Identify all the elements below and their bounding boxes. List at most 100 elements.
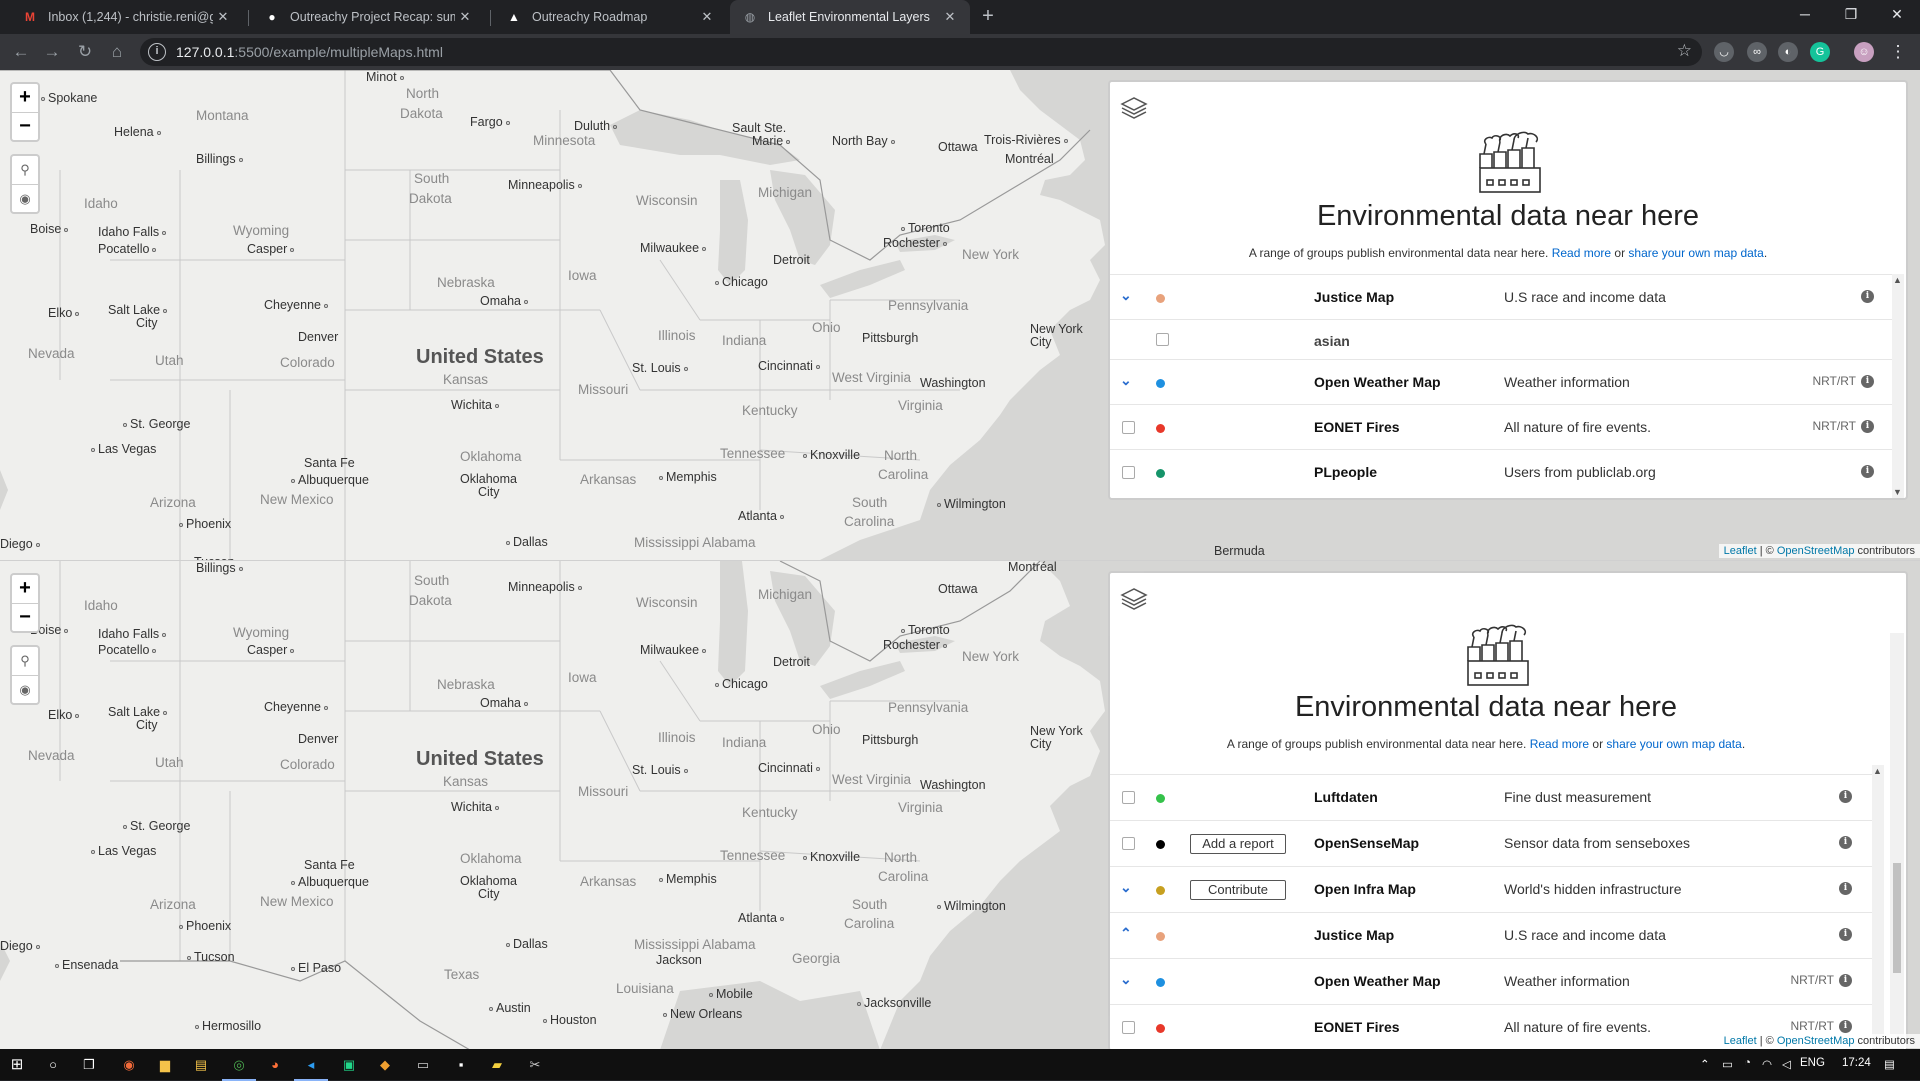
layers-icon[interactable] xyxy=(1120,583,1148,611)
git-icon[interactable]: ◆ xyxy=(374,1054,396,1076)
share-map-data-link[interactable]: share your own map data xyxy=(1628,246,1763,260)
notifications-icon[interactable]: ▤ xyxy=(1884,1057,1895,1071)
minimize-button[interactable]: ─ xyxy=(1782,0,1828,30)
search-icon[interactable]: ○ xyxy=(42,1054,64,1076)
layer-row[interactable]: ⌄ Justice Map U.S race and income data i xyxy=(1110,274,1896,319)
layer-row[interactable]: ⌄ Contribute Open Infra Map World's hidden … xyxy=(1110,866,1874,912)
app-icon-orange[interactable]: ◉ xyxy=(118,1054,140,1076)
browser-menu-icon[interactable]: ⋮ xyxy=(1886,40,1910,64)
scrollbar[interactable]: ▲ xyxy=(1872,765,1884,1049)
layer-row[interactable]: asian xyxy=(1110,319,1896,359)
language-indicator[interactable]: ENG xyxy=(1800,1057,1825,1069)
url-text[interactable]: 127.0.0.1:5500/example/multipleMaps.html xyxy=(176,44,443,60)
home-button[interactable]: ⌂ xyxy=(105,40,129,64)
close-tab-icon[interactable]: ✕ xyxy=(940,9,960,25)
profile-avatar[interactable]: ☺ xyxy=(1854,42,1874,62)
locate-me-icon[interactable]: ◉ xyxy=(12,184,38,212)
snip-tool-icon[interactable]: ✂ xyxy=(524,1054,546,1076)
read-more-link[interactable]: Read more xyxy=(1530,737,1589,751)
scrollbar-thumb[interactable] xyxy=(1893,863,1901,973)
volume-icon[interactable]: ◁ xyxy=(1782,1057,1791,1071)
share-map-data-link[interactable]: share your own map data xyxy=(1606,737,1741,751)
osm-link[interactable]: OpenStreetMap xyxy=(1777,545,1855,557)
restore-button[interactable]: ❐ xyxy=(1828,0,1874,30)
shield-extension-icon[interactable]: ◐ xyxy=(1778,42,1798,62)
firefox-icon[interactable]: ◕ xyxy=(264,1054,286,1076)
windows-start-icon[interactable]: ⊞ xyxy=(6,1054,28,1076)
info-icon[interactable]: i xyxy=(1839,790,1852,803)
tab-gmail[interactable]: M Inbox (1,244) - christie.reni@gma ✕ xyxy=(10,0,243,34)
location-pin-icon[interactable]: ⚲ xyxy=(12,647,38,675)
scroll-up-arrow[interactable]: ▲ xyxy=(1873,766,1882,776)
info-icon[interactable]: i xyxy=(1861,375,1874,388)
map-bottom[interactable]: Billings Idaho Boise Idaho Falls Pocatel… xyxy=(0,560,1920,1049)
chevron-down-icon[interactable]: ⌄ xyxy=(1120,372,1132,389)
layer-action-button[interactable]: Add a report xyxy=(1190,834,1286,854)
layer-row[interactable]: ⌃ Justice Map U.S race and income data i xyxy=(1110,912,1874,958)
wifi-icon[interactable]: ◠ xyxy=(1762,1057,1772,1071)
outer-scrollbar[interactable] xyxy=(1890,633,1904,1049)
layer-checkbox[interactable] xyxy=(1122,421,1135,434)
zoom-in-button[interactable]: + xyxy=(12,575,38,603)
info-icon[interactable]: i xyxy=(1839,836,1852,849)
pocket-extension-icon[interactable]: ◡ xyxy=(1714,42,1734,62)
site-info-icon[interactable]: i xyxy=(148,43,166,61)
forward-button[interactable]: → xyxy=(40,40,64,64)
close-tab-icon[interactable]: ✕ xyxy=(455,9,475,25)
info-icon[interactable]: i xyxy=(1839,928,1852,941)
info-icon[interactable]: i xyxy=(1861,465,1874,478)
zoom-out-button[interactable]: − xyxy=(12,603,38,631)
battery-icon[interactable]: ▭ xyxy=(1722,1057,1733,1071)
file-explorer-icon[interactable]: ▆ xyxy=(154,1054,176,1076)
info-icon[interactable]: i xyxy=(1861,290,1874,303)
tab-outreachy-recap[interactable]: ● Outreachy Project Recap: summa ✕ xyxy=(252,0,485,34)
bookmark-star-icon[interactable]: ☆ xyxy=(1677,41,1692,61)
layer-row[interactable]: Luftdaten Fine dust measurement i xyxy=(1110,774,1874,820)
close-tab-icon[interactable]: ✕ xyxy=(213,9,233,25)
layer-row[interactable]: PLpeople Users from publiclab.org i xyxy=(1110,449,1896,494)
terminal-icon[interactable]: ▭ xyxy=(412,1054,434,1076)
network-icon[interactable]: ◔ xyxy=(1744,1057,1751,1069)
info-icon[interactable]: i xyxy=(1839,1020,1852,1033)
new-tab-button[interactable]: + xyxy=(976,5,1000,29)
glasses-extension-icon[interactable]: ∞ xyxy=(1747,42,1767,62)
sublayer-checkbox[interactable] xyxy=(1156,333,1169,346)
zoom-in-button[interactable]: + xyxy=(12,84,38,112)
layer-row[interactable]: Add a report OpenSenseMap Sensor data from… xyxy=(1110,820,1874,866)
zoom-out-button[interactable]: − xyxy=(12,112,38,140)
chevron-down-icon[interactable]: ⌄ xyxy=(1120,287,1132,304)
chrome-icon[interactable]: ◎ xyxy=(222,1054,256,1081)
layer-checkbox[interactable] xyxy=(1122,837,1135,850)
reload-button[interactable]: ↻ xyxy=(73,40,97,64)
address-bar[interactable]: i 127.0.0.1:5500/example/multipleMaps.ht… xyxy=(140,38,1702,66)
chevron-up-icon[interactable]: ⌃ xyxy=(1120,925,1132,942)
clock[interactable]: 17:24 xyxy=(1842,1057,1871,1069)
pycharm-icon[interactable]: ▣ xyxy=(338,1054,360,1076)
chevron-down-icon[interactable]: ⌄ xyxy=(1120,879,1132,896)
map-top[interactable]: Spokane Montana Helena Billings Idaho Bo… xyxy=(0,70,1920,560)
leaflet-link[interactable]: Leaflet xyxy=(1724,1035,1757,1047)
osm-link[interactable]: OpenStreetMap xyxy=(1777,1035,1855,1047)
layer-action-button[interactable]: Contribute xyxy=(1190,880,1286,900)
layer-row[interactable]: EONET Fires All nature of fire events. NRT… xyxy=(1110,404,1896,449)
layer-checkbox[interactable] xyxy=(1122,791,1135,804)
chevron-down-icon[interactable]: ⌄ xyxy=(1120,971,1132,988)
vscode-icon[interactable]: ◂ xyxy=(294,1054,328,1081)
layer-row[interactable]: ⌄ Open Weather Map Weather information NRT/… xyxy=(1110,359,1896,404)
dev-icon[interactable]: ▪ xyxy=(450,1054,472,1076)
scroll-down-arrow[interactable]: ▼ xyxy=(1893,487,1902,497)
info-icon[interactable]: i xyxy=(1839,882,1852,895)
layer-checkbox[interactable] xyxy=(1122,1021,1135,1034)
grammarly-extension-icon[interactable]: G xyxy=(1810,42,1830,62)
tray-chevron-icon[interactable]: ⌃ xyxy=(1700,1057,1710,1071)
layers-icon[interactable] xyxy=(1120,92,1148,120)
layer-row[interactable]: ⌄ Open Weather Map Weather information NRT/… xyxy=(1110,958,1874,1004)
tab-outreachy-roadmap[interactable]: ▲ Outreachy Roadmap ✕ xyxy=(494,0,727,34)
sticky-notes-icon[interactable]: ▰ xyxy=(486,1054,508,1076)
layer-checkbox[interactable] xyxy=(1122,466,1135,479)
leaflet-link[interactable]: Leaflet xyxy=(1724,545,1757,557)
info-icon[interactable]: i xyxy=(1861,420,1874,433)
info-icon[interactable]: i xyxy=(1839,974,1852,987)
locate-me-icon[interactable]: ◉ xyxy=(12,675,38,703)
location-pin-icon[interactable]: ⚲ xyxy=(12,156,38,184)
